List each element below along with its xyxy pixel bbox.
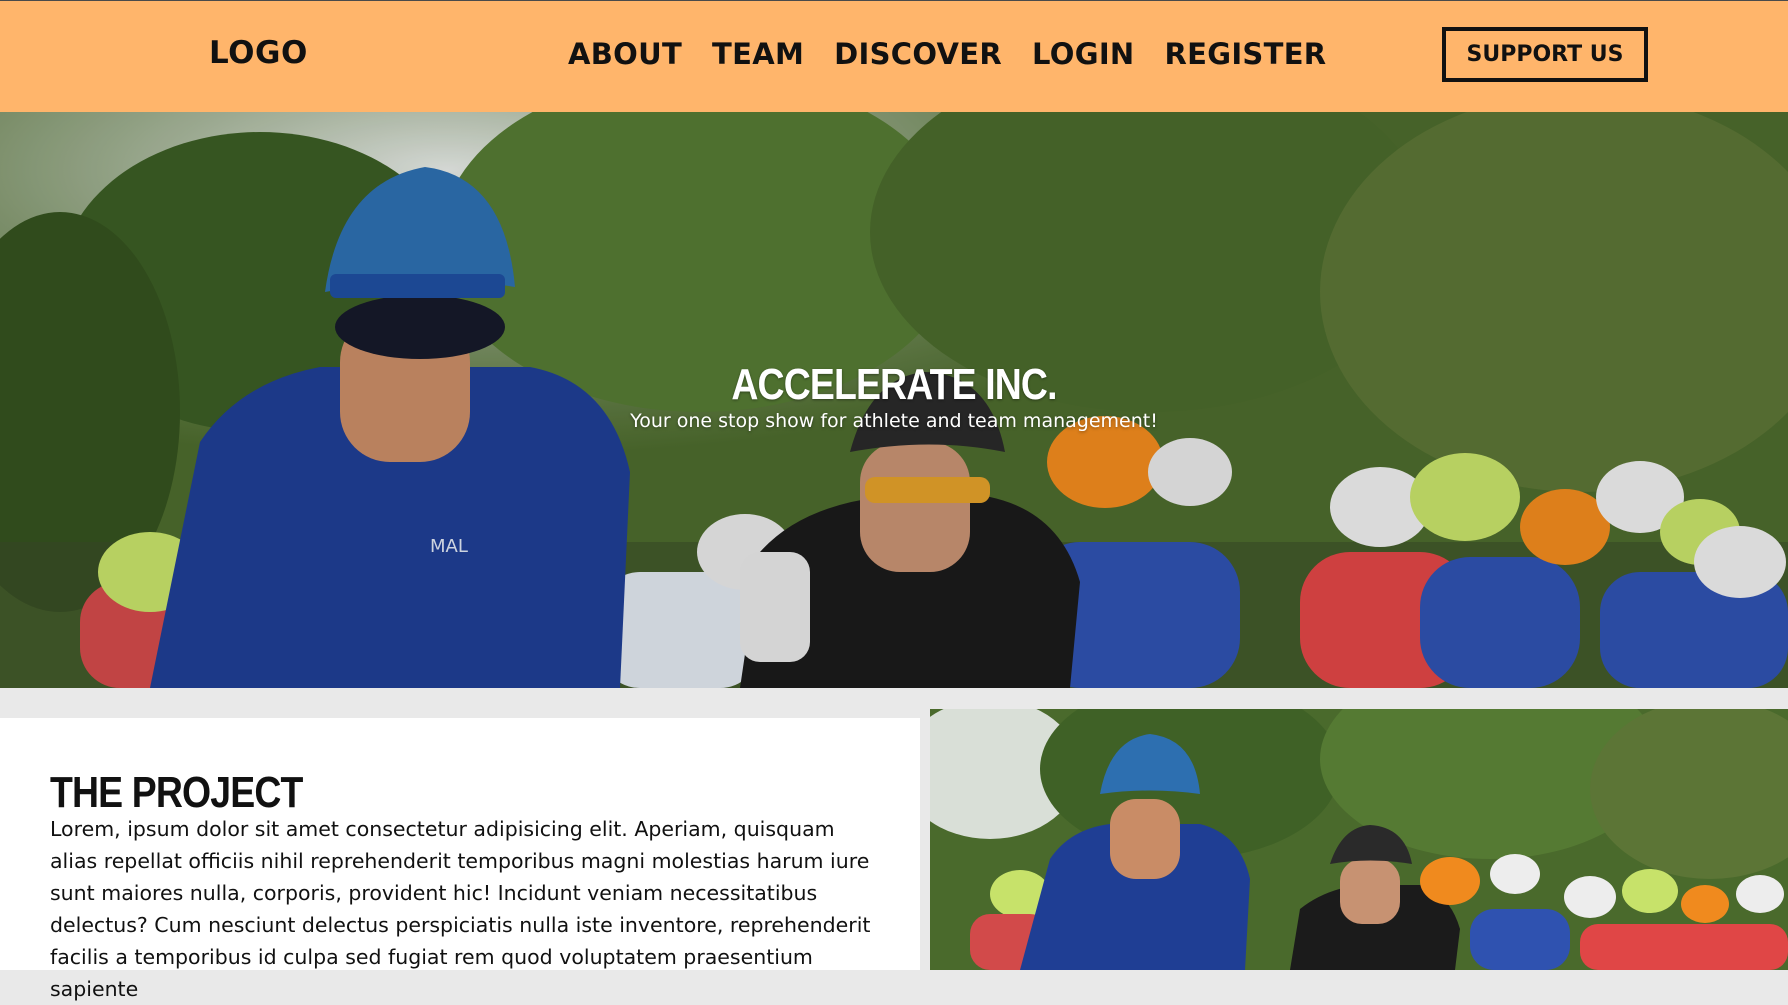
nav-discover[interactable]: DISCOVER: [834, 37, 1002, 71]
site-logo[interactable]: LOGO: [209, 35, 308, 71]
site-header: LOGO ABOUT TEAM DISCOVER LOGIN REGISTER …: [0, 1, 1788, 112]
nav-login[interactable]: LOGIN: [1032, 37, 1134, 71]
main-nav: ABOUT TEAM DISCOVER LOGIN REGISTER: [568, 37, 1326, 71]
hero-banner: MAL ACCELERATE INC. Your one stop show f…: [0, 112, 1788, 688]
nav-team[interactable]: TEAM: [712, 37, 804, 71]
nav-about[interactable]: ABOUT: [568, 37, 682, 71]
support-us-button[interactable]: SUPPORT US: [1442, 27, 1648, 82]
nav-register[interactable]: REGISTER: [1165, 37, 1327, 71]
project-cyclists-image: [930, 709, 1788, 970]
project-description: Lorem, ipsum dolor sit amet consectetur …: [50, 817, 871, 1001]
project-image: [930, 709, 1788, 970]
project-title: THE PROJECT: [50, 768, 303, 817]
hero-title: ACCELERATE INC.: [731, 360, 1057, 409]
project-card: THE PROJECT Lorem, ipsum dolor sit amet …: [0, 718, 920, 1001]
hero-subtitle: Your one stop show for athlete and team …: [630, 410, 1158, 432]
